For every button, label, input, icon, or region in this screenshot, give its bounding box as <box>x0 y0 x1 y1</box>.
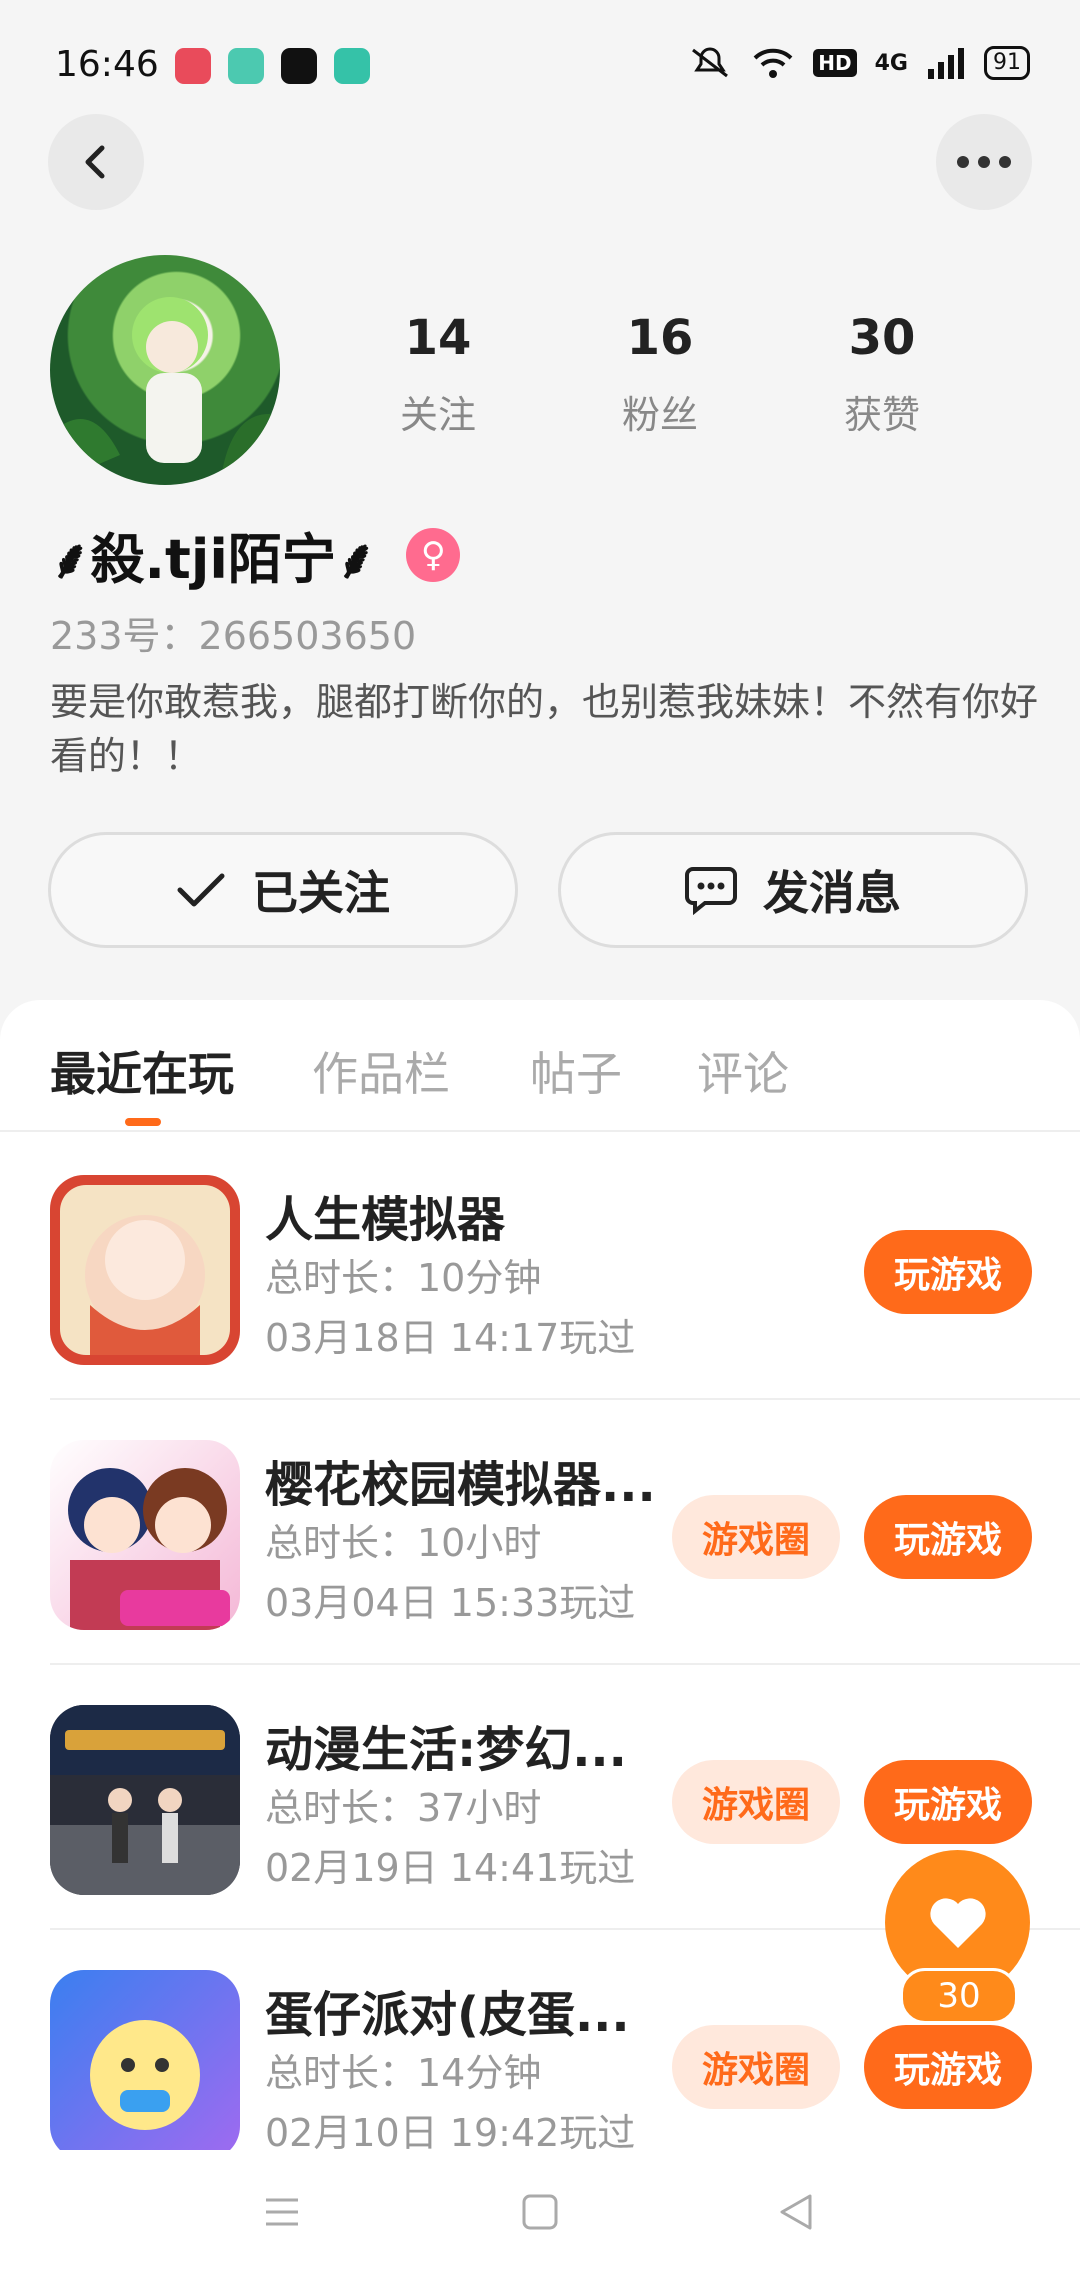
user-id[interactable]: 233号：266503650 <box>50 605 416 660</box>
game-duration: 总时长：10小时 <box>265 1521 542 1565</box>
menu-icon[interactable] <box>262 2192 302 2232</box>
like-count: 30 <box>900 1968 1018 2024</box>
tab-comments[interactable]: 评论 <box>697 1038 789 1104</box>
game-icon <box>50 1705 240 1895</box>
list-item[interactable]: 樱花校园模拟器... 总时长：10小时 03月04日 15:33玩过 游戏圈 玩… <box>50 1400 1080 1665</box>
status-bar: 16:46 HD 4G 91 <box>0 0 1080 130</box>
game-duration: 总时长：14分钟 <box>265 2051 542 2095</box>
back-arrow-icon <box>85 145 105 179</box>
home-icon[interactable] <box>520 2192 560 2232</box>
tiktok-icon <box>281 48 317 84</box>
play-game-button[interactable]: 玩游戏 <box>864 1760 1032 1844</box>
game-icon <box>50 1175 240 1365</box>
message-button[interactable]: 发消息 <box>558 832 1028 948</box>
stat-followers[interactable]: 16 粉丝 <box>570 310 750 439</box>
eggy-illustration <box>90 2020 200 2130</box>
list-item[interactable]: 人生模拟器 总时长：10分钟 03月18日 14:17玩过 玩游戏 <box>50 1135 1080 1400</box>
back-button[interactable] <box>48 114 144 210</box>
stat-likes[interactable]: 30 获赞 <box>792 310 972 439</box>
tab-bar: 最近在玩 作品栏 帖子 评论 <box>0 1030 1080 1132</box>
follow-button[interactable]: 已关注 <box>48 832 518 948</box>
username-row: ⸙殺.tji陌宁⸙ ♀ <box>50 515 461 594</box>
female-gender-icon: ♀ <box>406 527 461 582</box>
message-label: 发消息 <box>763 866 901 920</box>
game-duration: 总时长：10分钟 <box>265 1256 542 1300</box>
tab-recent-play[interactable]: 最近在玩 <box>50 1038 234 1104</box>
game-duration: 总时长：37小时 <box>265 1786 542 1830</box>
game-circle-button[interactable]: 游戏圈 <box>672 1495 840 1579</box>
game-icon <box>50 1970 240 2150</box>
game-name: 樱花校园模拟器... <box>265 1457 656 1513</box>
network-label: 4G <box>874 50 908 76</box>
follow-label: 已关注 <box>252 866 390 920</box>
tab-posts[interactable]: 帖子 <box>530 1038 622 1104</box>
hd-badge: HD <box>813 49 857 77</box>
wifi-icon <box>753 48 793 78</box>
signal-icon <box>928 48 964 79</box>
gender-symbol: ♀ <box>420 534 446 575</box>
notification-app-icon <box>334 48 370 84</box>
more-button[interactable] <box>936 114 1032 210</box>
status-time: 16:46 <box>55 44 159 85</box>
game-name: 动漫生活:梦幻... <box>265 1722 627 1778</box>
stat-number: 16 <box>626 310 694 366</box>
username: ⸙殺.tji陌宁⸙ <box>50 528 377 591</box>
tab-indicator <box>125 1118 161 1126</box>
notification-app-icon <box>228 48 264 84</box>
game-name: 人生模拟器 <box>265 1192 506 1248</box>
stat-number: 14 <box>404 310 472 366</box>
game-circle-button[interactable]: 游戏圈 <box>672 1760 840 1844</box>
notification-app-icon <box>175 48 211 84</box>
heart-icon <box>929 1897 986 1948</box>
mute-icon <box>692 47 729 78</box>
stat-following[interactable]: 14 关注 <box>348 310 528 439</box>
baby-illustration <box>60 1185 230 1355</box>
avatar-illustration <box>50 297 280 485</box>
anime-characters-illustration <box>68 1468 230 1630</box>
more-dots-icon <box>957 156 1011 168</box>
stat-number: 30 <box>848 310 916 366</box>
bio: 要是你敢惹我，腿都打断你的，也别惹我妹妹！不然有你好看的！！ <box>50 680 1039 778</box>
stat-label: 获赞 <box>843 393 920 437</box>
check-icon <box>177 873 225 907</box>
system-nav-bar <box>0 2150 1080 2280</box>
game-name: 蛋仔派对(皮蛋... <box>265 1987 630 2043</box>
stat-label: 粉丝 <box>621 393 698 437</box>
battery-indicator: 91 <box>984 46 1030 80</box>
avatar[interactable] <box>50 255 280 485</box>
stat-label: 关注 <box>399 393 476 437</box>
status-icons: HD 4G 91 <box>687 46 1030 80</box>
game-last-played: 03月18日 14:17玩过 <box>265 1316 636 1360</box>
hospital-scene-illustration <box>50 1705 240 1895</box>
play-game-button[interactable]: 玩游戏 <box>864 2025 1032 2109</box>
play-game-button[interactable]: 玩游戏 <box>864 1495 1032 1579</box>
game-last-played: 02月10日 19:42玩过 <box>265 2111 636 2150</box>
game-last-played: 03月04日 15:33玩过 <box>265 1581 636 1625</box>
play-game-button[interactable]: 玩游戏 <box>864 1230 1032 1314</box>
game-last-played: 02月19日 14:41玩过 <box>265 1846 636 1890</box>
chat-bubble-icon <box>685 867 737 915</box>
game-circle-button[interactable]: 游戏圈 <box>672 2025 840 2109</box>
tab-works[interactable]: 作品栏 <box>312 1038 450 1104</box>
back-nav-icon[interactable] <box>776 2192 816 2232</box>
game-icon <box>50 1440 240 1630</box>
